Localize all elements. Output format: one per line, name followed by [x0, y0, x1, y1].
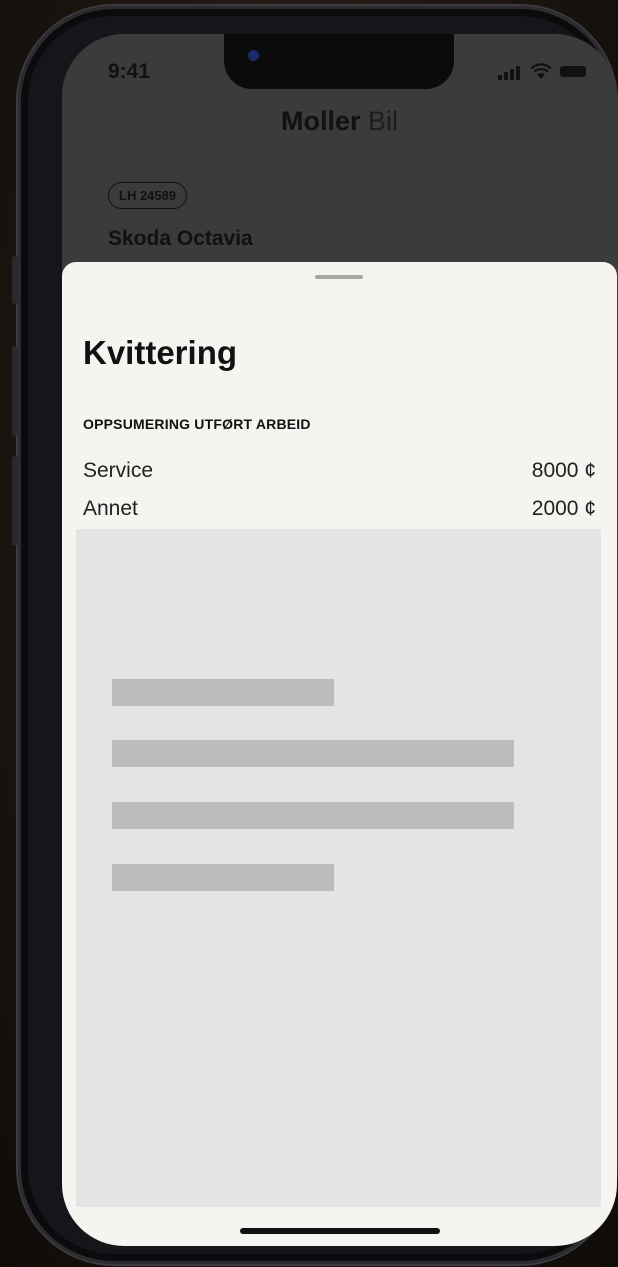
receipt-sheet: Kvittering OPPSUMERING UTFØRT ARBEID Ser…: [62, 262, 617, 1246]
line-item: Service 8000 ¢: [83, 459, 596, 483]
skeleton-line: [112, 679, 334, 706]
phone-frame: 9:41 Moller Bil LH 24589 Skoda Octavia K…: [12, 6, 617, 1264]
screen: 9:41 Moller Bil LH 24589 Skoda Octavia K…: [62, 34, 617, 1246]
line-item: Annet 2000 ¢: [83, 497, 596, 521]
skeleton-line: [112, 802, 514, 829]
sheet-drag-handle[interactable]: [315, 275, 363, 279]
brand-name: Moller: [280, 106, 361, 136]
skeleton-line: [112, 740, 514, 767]
camera-icon: [248, 50, 259, 61]
battery-icon: [560, 66, 586, 77]
sheet-title: Kvittering: [83, 334, 238, 371]
signal-icon: [498, 66, 520, 80]
notch: [224, 34, 454, 89]
mute-switch: [12, 256, 18, 304]
status-time: 9:41: [108, 60, 151, 83]
line-item-amount: 2000 ¢: [531, 497, 596, 520]
wifi-icon: [530, 63, 552, 79]
app-title: Moller Bil: [62, 106, 617, 137]
license-plate-badge: LH 24589: [108, 182, 188, 209]
line-item-label: Service: [83, 459, 154, 482]
volume-down-button: [12, 456, 18, 546]
skeleton-line: [112, 864, 334, 891]
volume-up-button: [12, 346, 18, 436]
home-indicator[interactable]: [240, 1228, 440, 1234]
brand-suffix: Bil: [368, 106, 399, 136]
status-bar: 9:41: [62, 34, 617, 114]
vehicle-name: Skoda Octavia: [108, 227, 253, 250]
section-label: OPPSUMERING UTFØRT ARBEID: [83, 416, 311, 432]
line-item-label: Annet: [83, 497, 138, 520]
line-item-amount: 8000 ¢: [531, 459, 596, 482]
content-placeholder: [76, 529, 601, 1207]
